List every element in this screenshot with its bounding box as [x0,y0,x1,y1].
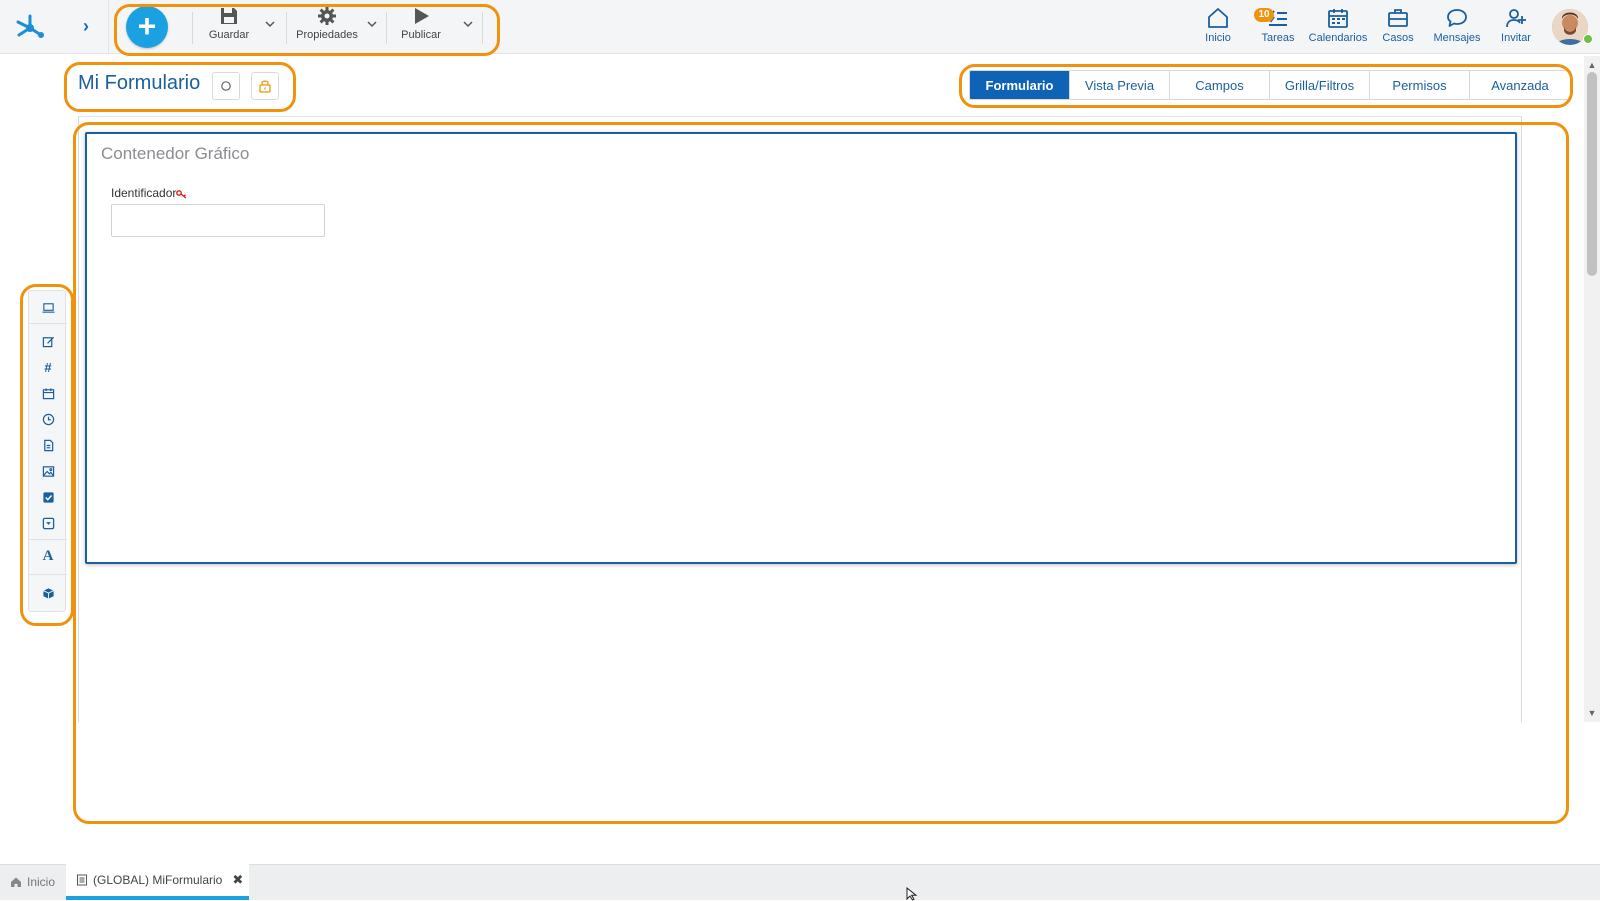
nav-tasks-label: Tareas [1261,32,1295,44]
scroll-down-arrow-icon[interactable]: ▼ [1587,708,1597,718]
expand-menu-chevron-icon[interactable]: › [76,14,96,38]
graphic-container[interactable]: Contenedor Gráfico Identificador [85,132,1517,564]
nav-invite-label: Invitar [1501,32,1531,44]
palette-divider [29,323,67,324]
mouse-cursor-icon [906,887,918,901]
toolbar-divider [192,12,193,44]
container-title: Contenedor Gráfico [101,144,250,163]
lock-icon [259,80,271,93]
nav-home[interactable]: Inicio [1200,6,1236,48]
scroll-up-arrow-icon[interactable]: ▲ [1587,60,1597,70]
tasks-count-badge: 10 [1254,8,1274,22]
form-document-icon [77,874,87,886]
calendar-icon [1328,9,1348,28]
tab-permisos[interactable]: Permisos [1370,71,1470,99]
toolbar-divider [482,12,483,44]
tab-avanzada[interactable]: Avanzada [1470,71,1570,99]
scrollbar-thumb[interactable] [1587,72,1597,276]
play-icon [415,8,429,24]
save-dropdown-chevron-icon[interactable] [264,18,276,30]
tab-formulario[interactable]: Formulario [970,71,1070,99]
form-tabs: Formulario Vista Previa Campos Grilla/Fi… [969,70,1571,100]
chat-bubble-icon [1447,9,1467,27]
nav-home-label: Inicio [1205,32,1231,44]
form-title: Mi Formulario [78,72,201,94]
tab-grilla-filtros[interactable]: Grilla/Filtros [1270,71,1370,99]
publish-dropdown-chevron-icon[interactable] [462,18,474,30]
nav-invite[interactable]: Invitar [1496,6,1536,48]
save-label: Guardar [208,29,250,41]
nav-cases-label: Casos [1382,32,1414,44]
identifier-input[interactable] [111,204,325,237]
briefcase-icon [1388,9,1408,27]
close-tab-icon[interactable]: ✖ [232,872,243,888]
palette-number-icon[interactable]: # [29,355,67,379]
nav-calendars-label: Calendarios [1308,32,1368,44]
palette-document-icon[interactable] [29,433,67,457]
palette-component-icon[interactable] [29,581,67,605]
divider [108,0,109,54]
save-icon [221,8,237,24]
app-logo-icon[interactable] [12,8,48,44]
palette-time-icon[interactable] [29,407,67,431]
control-palette: # A [28,290,67,612]
publish-label: Publicar [401,29,441,41]
palette-checkbox-icon[interactable] [29,485,67,509]
online-status-dot [1583,34,1593,44]
toolbar-divider [386,12,387,44]
lock-button[interactable] [251,72,279,100]
bottom-tab-home-label: Inicio [27,875,56,889]
add-user-icon [1506,9,1526,28]
palette-divider [29,574,67,575]
palette-text-field-icon[interactable] [29,329,67,353]
palette-divider [29,539,67,540]
identifier-label-text: Identificador [111,186,177,200]
tab-vista-previa[interactable]: Vista Previa [1070,71,1170,99]
palette-container-icon[interactable] [29,295,67,319]
nav-messages[interactable]: Mensajes [1430,6,1484,48]
palette-image-icon[interactable] [29,459,67,483]
palette-dropdown-icon[interactable] [29,511,67,535]
bottom-tab-home[interactable]: Inicio [0,864,64,900]
key-icon [176,189,187,199]
bottom-tab-form-label: (GLOBAL) MiFormulario [93,873,223,887]
circle-icon [221,81,231,91]
status-button[interactable] [212,72,240,100]
nav-cases[interactable]: Casos [1378,6,1418,48]
properties-button[interactable]: Propiedades [292,6,362,48]
publish-button[interactable]: Publicar [398,6,444,48]
properties-label: Propiedades [296,29,358,41]
identifier-field-label: Identificador [111,186,188,200]
nav-calendars[interactable]: Calendarios [1306,6,1370,48]
nav-messages-label: Mensajes [1433,32,1481,44]
tab-campos[interactable]: Campos [1170,71,1270,99]
properties-dropdown-chevron-icon[interactable] [366,18,378,30]
home-icon [1208,8,1228,28]
gear-icon [318,7,336,25]
bottom-tab-form[interactable]: (GLOBAL) MiFormulario ✖ [66,864,249,900]
palette-label-icon[interactable]: A [29,544,67,568]
save-button[interactable]: Guardar [204,6,254,48]
toolbar-divider [286,12,287,44]
add-button[interactable]: + [126,6,168,48]
palette-date-icon[interactable] [29,381,67,405]
home-icon [11,877,21,887]
